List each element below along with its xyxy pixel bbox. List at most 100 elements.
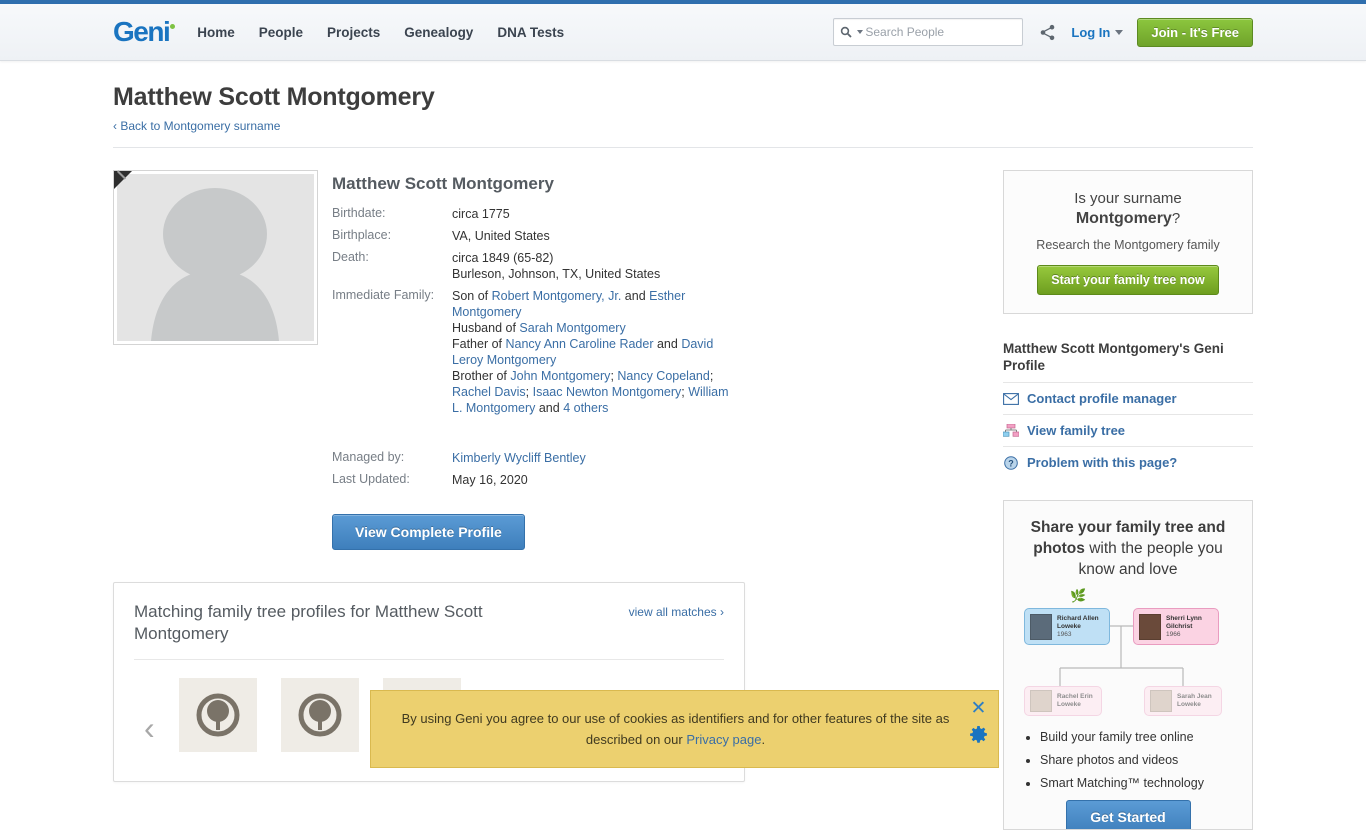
field-row-managed-by: Managed by: Kimberly Wycliff Bentley [332,450,732,472]
relative-link-sibling-4[interactable]: Isaac Newton Montgomery [533,385,682,399]
share-family-tree-promo: Share your family tree and photos with t… [1003,500,1253,830]
tree-node-1: Richard Allen Loweke 1963 [1024,608,1110,645]
back-to-surname-link[interactable]: ‹ Back to Montgomery surname [113,119,280,133]
start-family-tree-button[interactable]: Start your family tree now [1037,265,1219,295]
tree-node-4-name: Sarah Jean Loweke [1177,693,1212,708]
surname-value: Montgomery [1075,210,1172,227]
avatar [1139,613,1161,640]
bullet-item: Build your family tree online [1040,730,1238,744]
contact-profile-manager-link[interactable]: Contact profile manager [1003,382,1253,414]
birthdate-label: Birthdate: [332,206,386,220]
relative-link-wife[interactable]: Sarah Montgomery [519,321,625,335]
cookie-text-part1: By using Geni you agree to our use of co… [401,711,950,747]
carousel-prev-arrow-icon[interactable]: ‹ [144,712,155,744]
and-1: and [621,289,650,303]
field-row-birthplace: Birthplace: VA, United States [332,228,732,250]
login-button[interactable]: Log In [1071,24,1124,40]
relative-link-child-1[interactable]: Nancy Ann Caroline Rader [506,337,654,351]
match-thumbnail[interactable] [280,678,359,752]
tree-node-2-name: Sherri Lynn Gilchrist [1166,614,1202,630]
death-value-group: circa 1849 (65-82) Burleson, Johnson, TX… [452,250,732,288]
geni-profile-links-section: Matthew Scott Montgomery's Geni Profile … [1003,340,1253,478]
profile-details: Matthew Scott Montgomery Birthdate: circ… [332,170,813,550]
leaf-icon: 🌿 [1070,588,1087,603]
profile-name: Matthew Scott Montgomery [332,174,554,193]
family-line-son: Son of Robert Montgomery, Jr. and Esther… [452,288,732,320]
nav-item-dna-tests[interactable]: DNA Tests [497,25,564,40]
birthdate-value: circa 1775 [452,207,510,221]
relative-link-sibling-2[interactable]: Nancy Copeland [617,369,709,383]
death-date: circa 1849 (65-82) [452,251,554,265]
tree-node-2: Sherri Lynn Gilchrist 1966 [1133,608,1219,645]
problem-with-page-link[interactable]: ? Problem with this page? [1003,446,1253,478]
tree-node-1-year: 1963 [1057,630,1072,638]
envelope-icon [1003,392,1019,406]
gear-icon[interactable] [969,726,988,749]
surname-research-text: Research the Montgomery family [1036,238,1220,252]
relative-link-others[interactable]: 4 others [563,401,608,415]
family-line-brother: Brother of John Montgomery; Nancy Copela… [452,368,732,416]
main-navigation: Home People Projects Genealogy DNA Tests [197,25,564,40]
family-line-father: Father of Nancy Ann Caroline Rader and D… [452,336,732,368]
match-thumbnail[interactable] [178,678,257,752]
relative-link-sibling-1[interactable]: John Montgomery [510,369,610,383]
relative-link-father[interactable]: Robert Montgomery, Jr. [492,289,622,303]
privacy-page-link[interactable]: Privacy page [686,732,761,747]
relative-link-sibling-3[interactable]: Rachel Davis [452,385,526,399]
profile-photo-placeholder [117,174,314,341]
get-started-button[interactable]: Get Started [1065,800,1191,829]
view-family-tree-label: View family tree [1027,423,1126,438]
share-icon[interactable] [1037,22,1057,42]
tree-node-2-year: 1966 [1166,630,1181,638]
bullet-item: Smart Matching™ technology [1040,776,1238,790]
close-icon[interactable]: ✕ [971,699,987,718]
family-tree-preview-image: Richard Allen Loweke 1963 🌿 Sherri Lynn … [1018,588,1238,716]
logo-dot [170,23,176,29]
contact-profile-manager-label: Contact profile manager [1027,391,1177,406]
field-row-spacer [332,422,732,450]
svg-text:?: ? [1008,458,1014,468]
profile-photo-frame[interactable] [113,170,318,345]
logo-text: Geni [113,16,171,47]
view-family-tree-link[interactable]: View family tree [1003,414,1253,446]
chevron-down-icon [1115,29,1124,35]
field-row-death: Death: circa 1849 (65-82) Burleson, John… [332,250,732,288]
search-box[interactable] [833,18,1024,46]
join-button[interactable]: Join - It's Free [1137,17,1253,47]
death-place: Burleson, Johnson, TX, United States [452,267,661,281]
geni-tree-icon [298,693,342,737]
view-complete-profile-button[interactable]: View Complete Profile [332,514,525,550]
view-all-matches-link[interactable]: view all matches › [629,601,724,619]
search-input[interactable] [863,24,1023,40]
geni-profile-title: Matthew Scott Montgomery's Geni Profile [1003,341,1224,373]
sidebar: Is your surname Montgomery? Research the… [1003,170,1253,830]
birthplace-value: VA, United States [452,229,550,243]
share-promo-heading-rest: with the people you know and love [1078,540,1223,578]
geni-tree-icon [196,693,240,737]
avatar [1150,690,1172,712]
last-updated-value: May 16, 2020 [452,473,528,487]
tree-node-3: Rachel Erin Loweke [1024,686,1102,716]
page-title: Matthew Scott Montgomery [113,83,435,111]
tree-node-3-name: Rachel Erin Loweke [1057,693,1093,708]
nav-item-people[interactable]: People [259,25,303,40]
tree-node-4: Sarah Jean Loweke [1144,686,1222,716]
divider [134,659,724,660]
family-line-husband: Husband of Sarah Montgomery [452,320,732,336]
login-label: Log In [1071,24,1111,40]
nav-item-genealogy[interactable]: Genealogy [404,25,473,40]
sep-2: ; [709,369,714,383]
death-label: Death: [332,250,369,264]
nav-item-projects[interactable]: Projects [327,25,380,40]
son-prefix: Son of [452,289,492,303]
search-icon [840,26,853,38]
page-title-block: Matthew Scott Montgomery ‹ Back to Montg… [113,61,1253,148]
nav-item-home[interactable]: Home [197,25,235,40]
immediate-family-value: Son of Robert Montgomery, Jr. and Esther… [452,288,732,422]
and-3: and [535,401,564,415]
person-silhouette-icon [151,188,279,341]
share-promo-bullets: Build your family tree online Share phot… [1018,730,1238,790]
husband-prefix: Husband of [452,321,520,335]
managed-by-value[interactable]: Kimberly Wycliff Bentley [452,451,586,465]
geni-logo[interactable]: Geni [113,16,176,48]
